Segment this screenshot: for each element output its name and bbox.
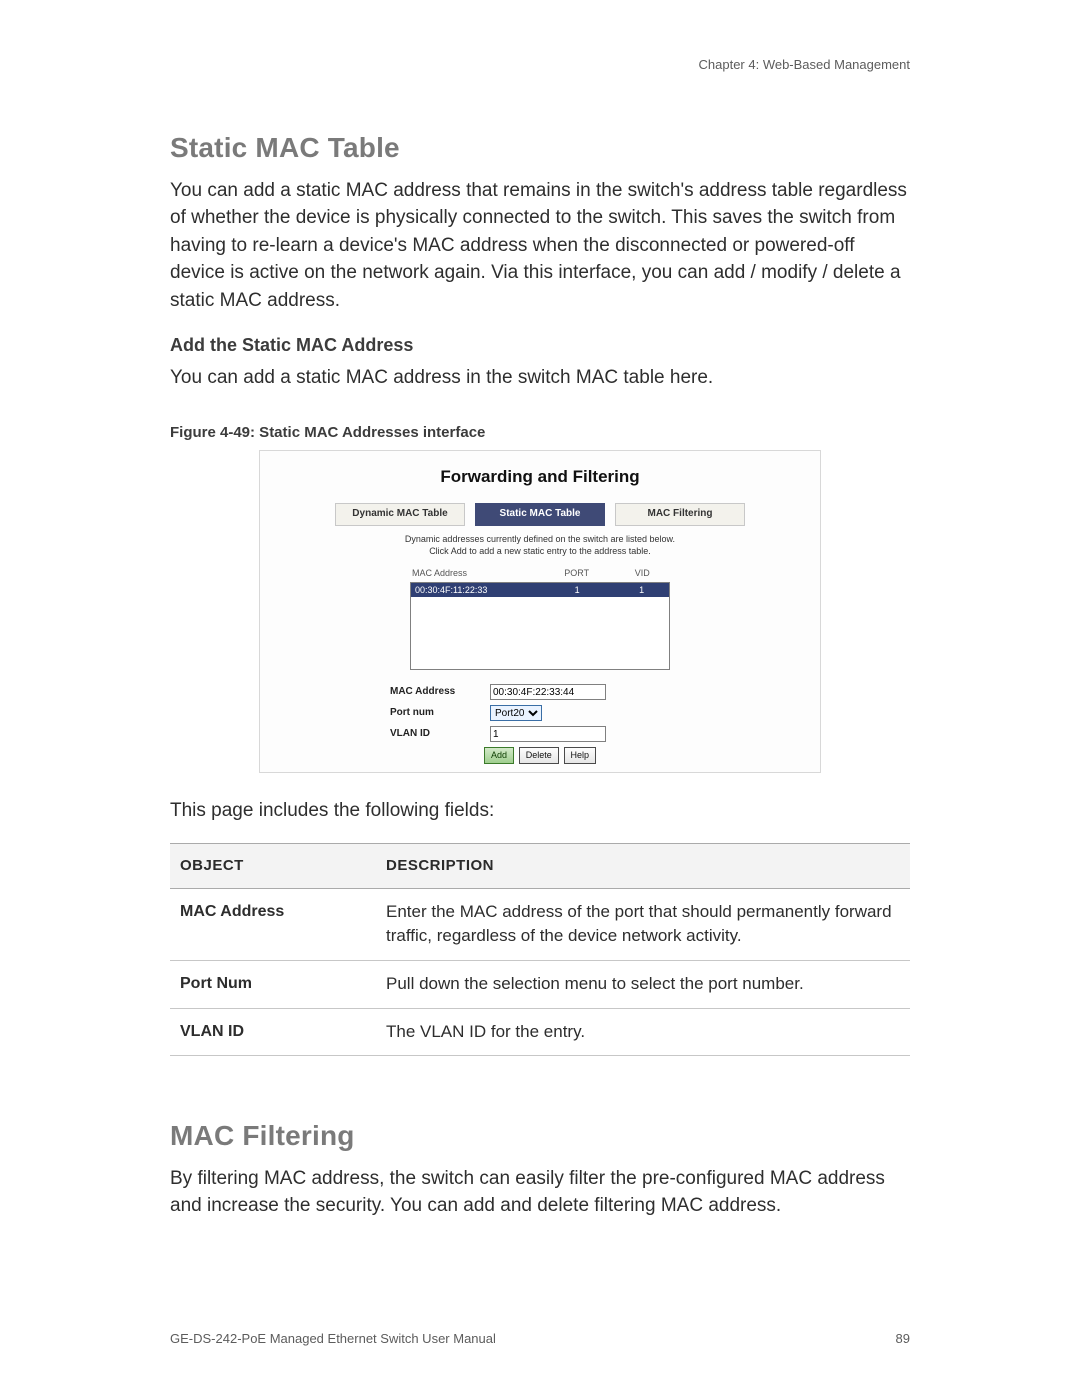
section-title-mac-filtering: MAC Filtering bbox=[170, 1116, 910, 1157]
section-body-static-mac: You can add a static MAC address that re… bbox=[170, 177, 910, 315]
chapter-header: Chapter 4: Web-Based Management bbox=[699, 56, 911, 75]
mac-address-input[interactable] bbox=[490, 684, 606, 700]
section-body-mac-filtering: By filtering MAC address, the switch can… bbox=[170, 1165, 910, 1220]
footer-page-number: 89 bbox=[896, 1330, 910, 1349]
add-button[interactable]: Add bbox=[484, 747, 514, 764]
table-row: MAC Address Enter the MAC address of the… bbox=[170, 888, 910, 960]
fields-th-object: OBJECT bbox=[170, 843, 376, 888]
embedded-tab-bar: Dynamic MAC Table Static MAC Table MAC F… bbox=[274, 503, 806, 526]
footer-doc-title: GE-DS-242-PoE Managed Ethernet Switch Us… bbox=[170, 1330, 496, 1349]
embedded-form: MAC Address Port num Port20 VLAN ID bbox=[390, 684, 690, 764]
list-box[interactable]: 00:30:4F:11:22:33 1 1 bbox=[410, 582, 670, 670]
table-row: VLAN ID The VLAN ID for the entry. bbox=[170, 1008, 910, 1056]
subsection-title-add-static-mac: Add the Static MAC Address bbox=[170, 332, 910, 358]
table-row: Port Num Pull down the selection menu to… bbox=[170, 960, 910, 1008]
vlan-id-input[interactable] bbox=[490, 726, 606, 742]
tab-mac-filtering[interactable]: MAC Filtering bbox=[615, 503, 745, 526]
list-header-port: PORT bbox=[539, 567, 614, 580]
section-title-static-mac: Static MAC Table bbox=[170, 128, 910, 169]
embedded-note-line1: Dynamic addresses currently defined on t… bbox=[405, 534, 675, 544]
fields-th-description: DESCRIPTION bbox=[376, 843, 910, 888]
fields-table: OBJECT DESCRIPTION MAC Address Enter the… bbox=[170, 843, 910, 1056]
form-label-vlan: VLAN ID bbox=[390, 727, 480, 742]
field-object: Port Num bbox=[170, 960, 376, 1008]
embedded-note-line2: Click Add to add a new static entry to t… bbox=[429, 546, 651, 556]
list-row[interactable]: 00:30:4F:11:22:33 1 1 bbox=[411, 583, 669, 597]
list-row-port: 1 bbox=[540, 583, 614, 597]
tab-static-mac[interactable]: Static MAC Table bbox=[475, 503, 605, 526]
list-row-mac: 00:30:4F:11:22:33 bbox=[411, 583, 540, 597]
list-header-vid: VID bbox=[614, 567, 670, 580]
embedded-note: Dynamic addresses currently defined on t… bbox=[274, 534, 806, 557]
embedded-title: Forwarding and Filtering bbox=[274, 465, 806, 490]
field-object: VLAN ID bbox=[170, 1008, 376, 1056]
field-description: Enter the MAC address of the port that s… bbox=[376, 888, 910, 960]
form-label-mac: MAC Address bbox=[390, 685, 480, 700]
help-button[interactable]: Help bbox=[564, 747, 597, 764]
list-row-vid: 1 bbox=[614, 583, 669, 597]
tab-dynamic-mac[interactable]: Dynamic MAC Table bbox=[335, 503, 465, 526]
field-description: The VLAN ID for the entry. bbox=[376, 1008, 910, 1056]
list-header-mac: MAC Address bbox=[410, 567, 539, 580]
form-label-port: Port num bbox=[390, 706, 480, 721]
subsection-body-add-static-mac: You can add a static MAC address in the … bbox=[170, 364, 910, 392]
figure-embedded-ui: Forwarding and Filtering Dynamic MAC Tab… bbox=[259, 450, 821, 774]
port-num-select[interactable]: Port20 bbox=[490, 705, 542, 721]
field-description: Pull down the selection menu to select t… bbox=[376, 960, 910, 1008]
embedded-address-list: MAC Address PORT VID 00:30:4F:11:22:33 1… bbox=[410, 567, 670, 670]
field-object: MAC Address bbox=[170, 888, 376, 960]
delete-button[interactable]: Delete bbox=[519, 747, 559, 764]
figure-caption: Figure 4-49: Static MAC Addresses interf… bbox=[170, 422, 910, 444]
fields-intro: This page includes the following fields: bbox=[170, 797, 910, 825]
